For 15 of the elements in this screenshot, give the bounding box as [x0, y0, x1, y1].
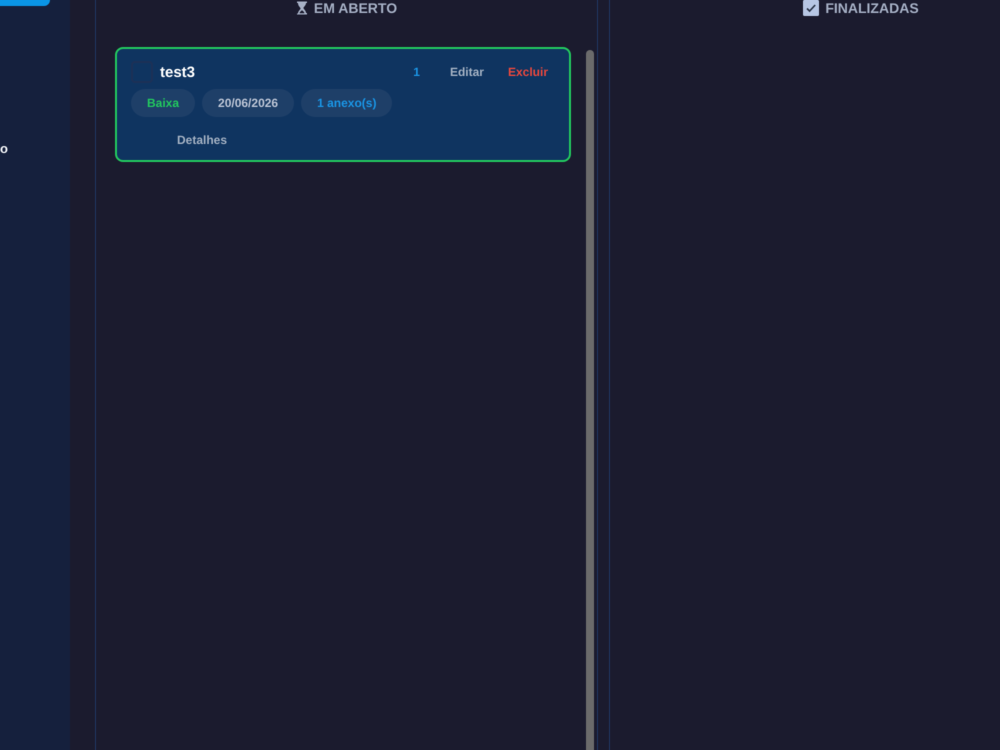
sidebar-button[interactable]: [0, 0, 50, 6]
edit-button[interactable]: Editar: [442, 61, 492, 83]
task-title: test3: [160, 64, 196, 80]
priority-tag: Baixa: [131, 89, 196, 117]
hourglass-icon: [296, 1, 308, 15]
date-tag: 20/06/2026: [202, 89, 294, 117]
column-title: FINALIZADAS: [825, 0, 919, 16]
column-title: EM ABERTO: [314, 0, 398, 16]
attachments-tag: 1 anexo(s): [301, 89, 392, 117]
scrollbar[interactable]: [586, 50, 594, 750]
count-button[interactable]: 1: [405, 61, 428, 83]
delete-button[interactable]: Excluir: [500, 61, 556, 83]
sidebar-label: o: [0, 142, 8, 156]
checkbox-icon: [803, 0, 820, 16]
details-button[interactable]: Detalhes: [161, 127, 244, 153]
